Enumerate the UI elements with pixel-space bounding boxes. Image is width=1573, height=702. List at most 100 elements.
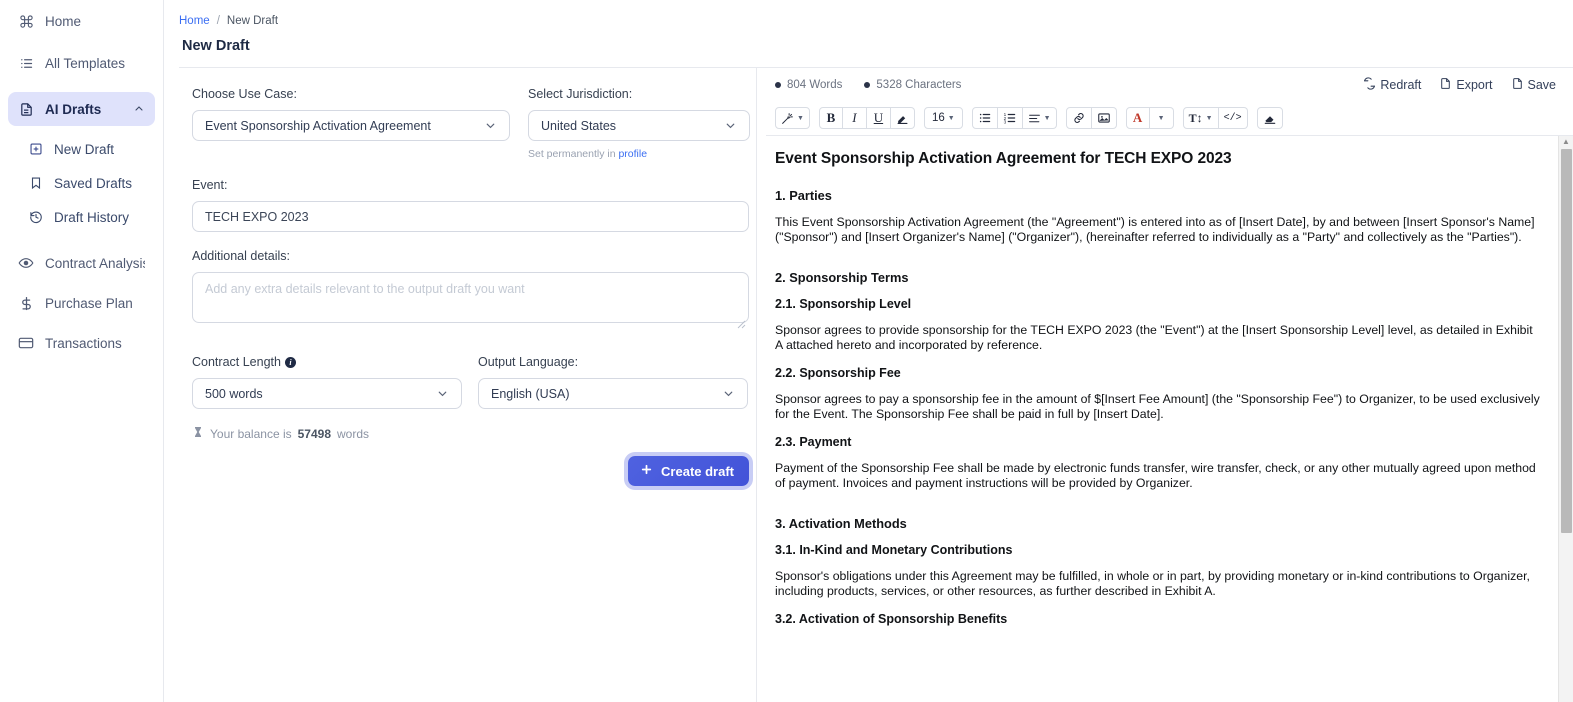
dollar-icon [18, 295, 34, 311]
sidebar-item-label: Home [45, 13, 82, 29]
draft-form-panel: Choose Use Case: Event Sponsorship Activ… [164, 68, 757, 702]
sidebar-item-label: AI Drafts [45, 101, 102, 117]
redraft-button[interactable]: Redraft [1363, 77, 1421, 93]
document-heading: 2.2. Sponsorship Fee [775, 366, 901, 380]
bold-button[interactable]: B [818, 107, 843, 129]
file-save-icon [1511, 77, 1524, 93]
toolbar-group-insert [1065, 107, 1117, 129]
document-heading: 1. Parties [775, 188, 832, 203]
chevron-down-icon [722, 387, 735, 400]
sidebar-item-transactions[interactable]: Transactions [8, 326, 155, 360]
sidebar-item-draft-history[interactable]: Draft History [8, 200, 155, 234]
info-icon[interactable]: i [284, 357, 296, 368]
balance-amount: 57498 [297, 426, 331, 441]
document-paragraph: Sponsor agrees to pay a sponsorship fee … [775, 392, 1540, 421]
document-heading: 3.1. In-Kind and Monetary Contributions [775, 543, 1013, 557]
document-paragraph: This Event Sponsorship Activation Agreem… [775, 215, 1535, 244]
breadcrumb-separator: / [216, 14, 220, 27]
sidebar-item-home[interactable]: Home [8, 4, 155, 38]
sidebar-item-purchase-plan[interactable]: Purchase Plan [8, 286, 155, 320]
additional-details-textarea[interactable] [192, 272, 749, 323]
sidebar-item-saved-drafts[interactable]: Saved Drafts [8, 166, 155, 200]
list-icon [18, 55, 34, 71]
redraft-label: Redraft [1380, 78, 1422, 92]
sidebar-item-new-draft[interactable]: New Draft [8, 132, 155, 166]
code-view-button[interactable]: </> [1218, 107, 1248, 129]
document-heading: 3.2. Activation of Sponsorship Benefits [775, 612, 1008, 626]
scroll-up-arrow-icon[interactable]: ▲ [1562, 138, 1570, 146]
use-case-label: Choose Use Case: [192, 87, 297, 101]
vertical-scrollbar[interactable]: ▲ [1558, 136, 1573, 702]
character-count-label: 5328 Characters [876, 79, 962, 91]
toolbar-group-magic: ▼ [775, 107, 810, 129]
additional-details-group: Additional details: [192, 249, 749, 329]
additional-details-label: Additional details: [192, 249, 290, 263]
document-heading: 3. Activation Methods [775, 516, 907, 531]
event-group: Event: TECH EXPO 2023 [192, 178, 749, 232]
highlighter-icon[interactable] [890, 107, 915, 129]
document-scroll-area: Event Sponsorship Activation Agreement f… [766, 135, 1573, 702]
document-heading: 2. Sponsorship Terms [775, 270, 909, 285]
chevron-down-icon: ▼ [797, 114, 804, 122]
jurisdiction-helper-text: Set permanently in [528, 148, 619, 160]
document-content[interactable]: Event Sponsorship Activation Agreement f… [766, 136, 1558, 702]
bookmark-icon [28, 176, 43, 191]
jurisdiction-group: Select Jurisdiction: United States Set p… [528, 87, 750, 160]
magic-wand-icon[interactable]: ▼ [775, 107, 810, 129]
chevron-up-icon[interactable] [133, 103, 145, 115]
event-label: Event: [192, 178, 228, 192]
chevron-down-icon: ▼ [1157, 114, 1165, 122]
output-language-label: Output Language: [478, 355, 579, 369]
image-icon[interactable] [1091, 107, 1117, 129]
underline-button[interactable]: U [866, 107, 891, 129]
sidebar: Home All Templates AI Drafts New Draft S… [0, 0, 164, 702]
numbered-list-icon[interactable]: 123 [997, 107, 1023, 129]
sidebar-item-label: Saved Drafts [54, 175, 133, 191]
contract-length-select[interactable]: 500 words [192, 378, 462, 409]
use-case-select[interactable]: Event Sponsorship Activation Agreement [192, 110, 510, 141]
scrollbar-thumb[interactable] [1560, 149, 1572, 533]
text-color-button[interactable]: A [1125, 107, 1150, 129]
sidebar-item-contract-analysis[interactable]: Contract Analysis [8, 246, 155, 280]
contract-length-group: Contract Length i 500 words [192, 355, 462, 409]
italic-button[interactable]: I [842, 107, 867, 129]
create-draft-label: Create draft [661, 463, 734, 479]
jurisdiction-select[interactable]: United States [528, 110, 750, 141]
breadcrumb-home-link[interactable]: Home [179, 15, 210, 27]
create-draft-button[interactable]: Create draft [628, 456, 749, 486]
output-language-select[interactable]: English (USA) [478, 378, 748, 409]
toolbar-group-clear [1256, 107, 1283, 129]
align-icon[interactable]: ▼ [1022, 107, 1057, 129]
text-color-dropdown[interactable]: ▼ [1149, 107, 1174, 129]
save-button[interactable]: Save [1511, 77, 1557, 93]
form-row-2: Contract Length i 500 words Output Langua… [192, 355, 756, 409]
font-size-select[interactable]: 16 ▼ [923, 107, 963, 129]
line-height-button[interactable]: T↕ ▼ [1182, 107, 1219, 129]
word-count: 804 Words [775, 79, 842, 91]
export-button[interactable]: Export [1439, 77, 1493, 93]
command-icon [18, 13, 34, 29]
document-paragraph: Sponsor's obligations under this Agreeme… [775, 569, 1530, 598]
save-label: Save [1527, 78, 1557, 92]
link-icon[interactable] [1065, 107, 1092, 129]
event-value: TECH EXPO 2023 [205, 209, 309, 224]
card-icon [18, 335, 34, 351]
bullet-dot-icon [864, 82, 871, 88]
editor-header: 804 Words 5328 Characters Redraft Export… [766, 68, 1573, 102]
bullet-dot-icon [775, 82, 781, 88]
sidebar-item-ai-drafts[interactable]: AI Drafts [8, 92, 155, 126]
sidebar-item-label: Draft History [54, 209, 130, 225]
profile-link[interactable]: profile [618, 148, 647, 160]
chevron-down-icon: ▼ [1043, 114, 1051, 122]
eraser-icon[interactable] [1256, 107, 1283, 129]
contract-length-label: Contract Length i [192, 355, 462, 369]
chevron-down-icon [724, 119, 737, 132]
sidebar-item-all-templates[interactable]: All Templates [8, 46, 155, 80]
plus-square-icon [28, 142, 43, 157]
editor-counters: 804 Words 5328 Characters [775, 79, 961, 91]
event-input[interactable]: TECH EXPO 2023 [192, 201, 749, 232]
file-export-icon [1439, 77, 1452, 93]
chevron-down-icon: ▼ [947, 114, 955, 122]
chevron-down-icon [436, 387, 449, 400]
bullet-list-icon[interactable] [971, 107, 998, 129]
